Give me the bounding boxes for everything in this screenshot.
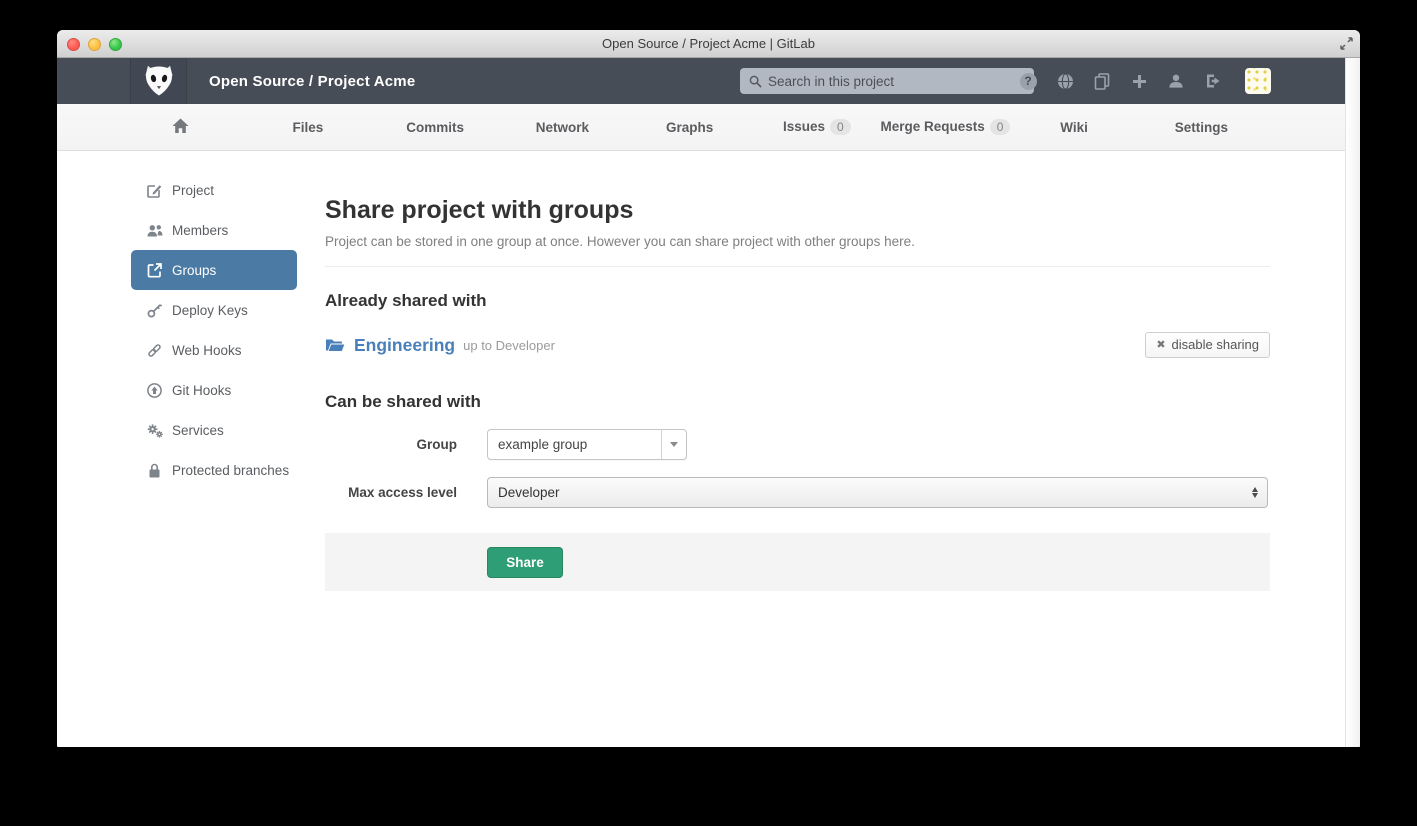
globe-icon[interactable] (1056, 72, 1074, 90)
issues-count-badge: 0 (830, 119, 851, 135)
merge-requests-count-badge: 0 (990, 119, 1011, 135)
sidebar-item-members[interactable]: Members (131, 210, 297, 250)
search-input[interactable] (768, 74, 1025, 89)
tab-issues[interactable]: Issues 0 (753, 119, 880, 135)
max-access-form-row: Max access level Developer (325, 477, 1270, 508)
sidebar-item-label: Services (172, 423, 224, 438)
tab-home[interactable] (117, 118, 244, 137)
close-window-icon[interactable] (67, 38, 80, 51)
gears-icon (146, 423, 163, 438)
sidebar-item-groups[interactable]: Groups (131, 250, 297, 290)
sidebar-item-project[interactable]: Project (131, 170, 297, 210)
tab-issues-label: Issues (783, 119, 825, 134)
tab-merge-requests[interactable]: Merge Requests 0 (881, 119, 1011, 135)
app-header: Open Source / Project Acme ? (57, 58, 1360, 104)
sidebar-item-deploy-keys[interactable]: Deploy Keys (131, 290, 297, 330)
link-icon (146, 343, 163, 358)
chevron-down-icon (661, 430, 686, 459)
resize-grip-icon[interactable] (1340, 37, 1353, 55)
gitlab-logo[interactable] (131, 58, 187, 104)
header-icon-group: ? (1019, 58, 1271, 104)
sidebar-item-label: Protected branches (172, 463, 289, 478)
sidebar-item-web-hooks[interactable]: Web Hooks (131, 330, 297, 370)
page-subtitle: Project can be stored in one group at on… (325, 234, 1270, 249)
tab-files[interactable]: Files (244, 120, 371, 135)
folder-open-icon (325, 337, 345, 353)
max-access-select-value: Developer (498, 485, 560, 500)
header-spacer (57, 58, 131, 104)
arrow-circle-up-icon (146, 383, 163, 398)
sign-out-icon[interactable] (1204, 72, 1222, 90)
share-icon (146, 263, 163, 278)
shared-group-link[interactable]: Engineering (354, 335, 455, 356)
sidebar-item-label: Members (172, 223, 228, 238)
group-label: Group (325, 437, 457, 452)
group-select[interactable]: example group (487, 429, 687, 460)
help-icon[interactable]: ? (1019, 72, 1037, 90)
can-share-heading: Can be shared with (325, 392, 1270, 412)
project-nav: Files Commits Network Graphs Issues 0 Mer… (57, 104, 1360, 151)
gitlab-fox-icon (142, 64, 176, 98)
form-actions: Share (325, 533, 1270, 591)
search-box[interactable] (740, 68, 1034, 94)
sidebar-item-label: Groups (172, 263, 216, 278)
scrollbar[interactable] (1345, 58, 1360, 747)
users-icon (146, 223, 163, 238)
divider (325, 266, 1270, 267)
group-select-value: example group (488, 430, 661, 459)
tab-commits[interactable]: Commits (372, 120, 499, 135)
window-title: Open Source / Project Acme | GitLab (602, 36, 815, 51)
shared-group-row: Engineering up to Developer ✖ disable sh… (325, 332, 1270, 358)
avatar[interactable] (1245, 68, 1271, 94)
page-title: Share project with groups (325, 196, 1270, 225)
main-content: Share project with groups Project can be… (325, 151, 1270, 591)
disable-sharing-label: disable sharing (1172, 337, 1259, 352)
x-icon: ✖ (1156, 338, 1165, 351)
pencil-square-icon (146, 183, 163, 198)
user-icon[interactable] (1167, 72, 1185, 90)
window-controls (67, 38, 122, 51)
sidebar-item-label: Project (172, 183, 214, 198)
project-breadcrumb-title: Open Source / Project Acme (209, 73, 415, 90)
minimize-window-icon[interactable] (88, 38, 101, 51)
plus-icon[interactable] (1130, 72, 1148, 90)
copy-icon[interactable] (1093, 72, 1111, 90)
home-icon (172, 118, 189, 134)
browser-window: Open Source / Project Acme | GitLab Open… (57, 30, 1360, 747)
tab-settings[interactable]: Settings (1138, 120, 1265, 135)
sidebar-item-protected-branches[interactable]: Protected branches (131, 450, 297, 490)
lock-icon (146, 463, 163, 478)
tab-merge-requests-label: Merge Requests (881, 119, 985, 134)
max-access-select[interactable]: Developer (487, 477, 1268, 508)
search-icon (749, 75, 762, 88)
sidebar-item-label: Web Hooks (172, 343, 242, 358)
already-shared-heading: Already shared with (325, 291, 1270, 311)
sidebar-item-label: Git Hooks (172, 383, 231, 398)
group-form-row: Group example group (325, 429, 1270, 460)
tab-wiki[interactable]: Wiki (1010, 120, 1137, 135)
shared-group-access-note: up to Developer (463, 338, 555, 353)
zoom-window-icon[interactable] (109, 38, 122, 51)
sidebar-item-git-hooks[interactable]: Git Hooks (131, 370, 297, 410)
window-titlebar: Open Source / Project Acme | GitLab (57, 30, 1360, 58)
select-stepper-icon (1252, 478, 1258, 507)
sidebar-item-services[interactable]: Services (131, 410, 297, 450)
disable-sharing-button[interactable]: ✖ disable sharing (1145, 332, 1270, 358)
share-button[interactable]: Share (487, 547, 563, 578)
tab-graphs[interactable]: Graphs (626, 120, 753, 135)
key-icon (146, 303, 163, 318)
max-access-label: Max access level (325, 485, 457, 500)
settings-sidebar: Project Members Groups Deploy Keys Web H… (131, 170, 297, 490)
tab-network[interactable]: Network (499, 120, 626, 135)
sidebar-item-label: Deploy Keys (172, 303, 248, 318)
